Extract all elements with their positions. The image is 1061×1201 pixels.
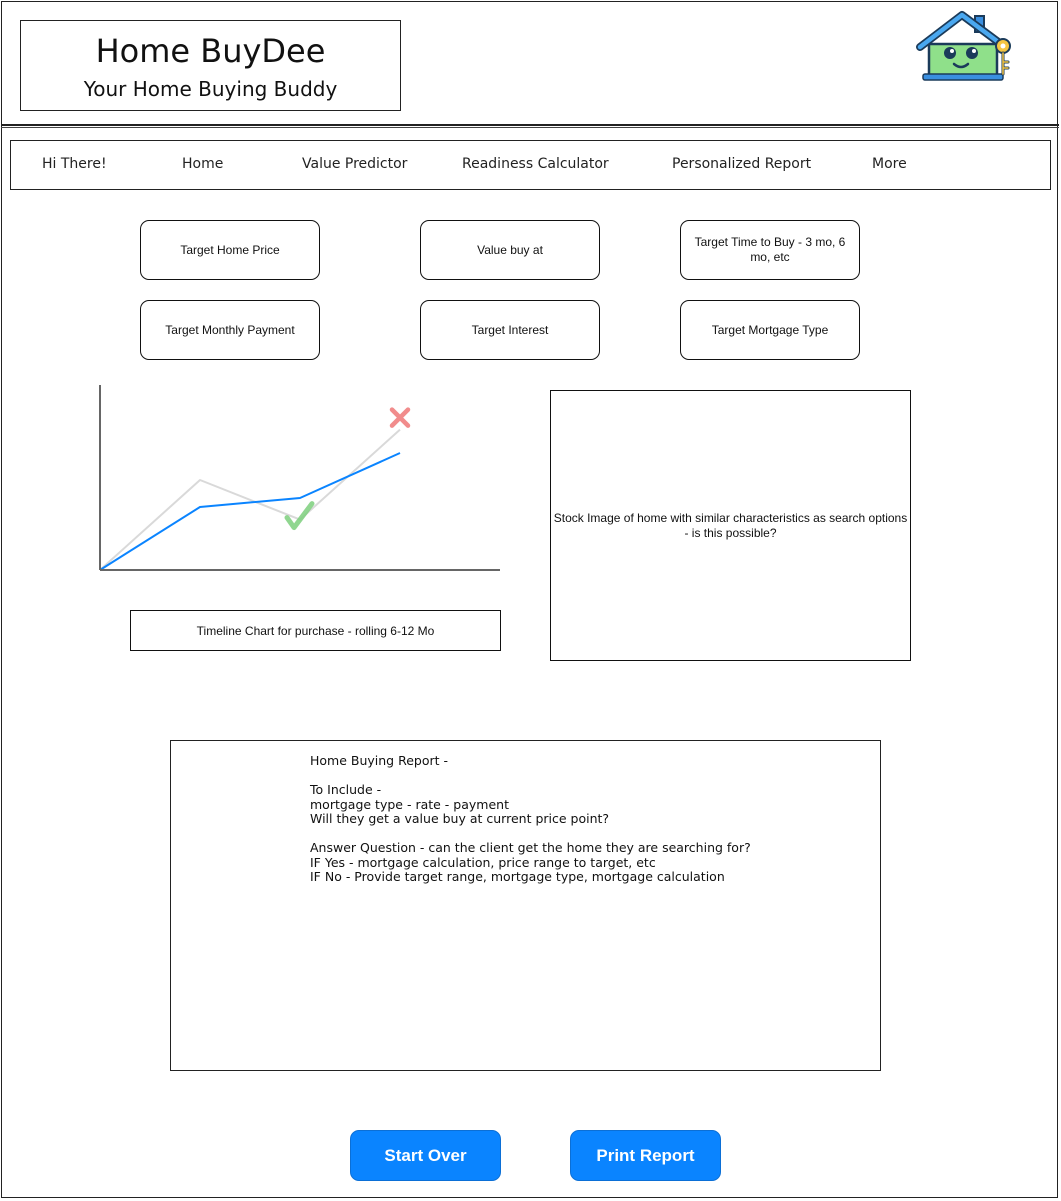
target-monthly-payment-label: Target Monthly Payment (165, 322, 295, 337)
report-text: Home Buying Report - To Include - mortga… (310, 753, 751, 884)
nav-bar: Hi There! Home Value Predictor Readiness… (10, 140, 1051, 190)
house-with-key-icon (916, 11, 1011, 81)
home-buying-report: Home Buying Report - To Include - mortga… (170, 740, 881, 1071)
series-line-secondary (99, 428, 401, 571)
header-divider (1, 124, 1059, 126)
app-title: Home BuyDee (95, 32, 326, 70)
stock-image-placeholder: Stock Image of home with similar charact… (550, 390, 911, 661)
target-home-price-label: Target Home Price (180, 242, 280, 257)
nav-item-readiness-calculator[interactable]: Readiness Calculator (462, 141, 609, 188)
target-home-price-button[interactable]: Target Home Price (140, 220, 320, 280)
value-buy-at-label: Value buy at (477, 242, 543, 257)
timeline-chart-caption-text: Timeline Chart for purchase - rolling 6-… (196, 623, 435, 638)
value-buy-at-button[interactable]: Value buy at (420, 220, 600, 280)
nav-item-more[interactable]: More (872, 141, 907, 188)
app-title-box: Home BuyDee Your Home Buying Buddy (20, 20, 401, 111)
app-subtitle: Your Home Buying Buddy (83, 77, 338, 101)
target-monthly-payment-button[interactable]: Target Monthly Payment (140, 300, 320, 360)
x-mark-icon (389, 407, 411, 428)
nav-item-value-predictor[interactable]: Value Predictor (302, 141, 407, 188)
stock-image-text: Stock Image of home with similar charact… (553, 510, 908, 540)
print-report-label: Print Report (596, 1145, 695, 1165)
nav-item-hi-there[interactable]: Hi There! (42, 141, 107, 188)
target-interest-label: Target Interest (471, 322, 549, 337)
target-mortgage-type-label: Target Mortgage Type (711, 322, 829, 337)
start-over-button[interactable]: Start Over (350, 1130, 501, 1181)
target-mortgage-type-button[interactable]: Target Mortgage Type (680, 300, 860, 360)
start-over-label: Start Over (384, 1145, 467, 1165)
print-report-button[interactable]: Print Report (570, 1130, 721, 1181)
nav-item-home[interactable]: Home (182, 141, 223, 188)
target-interest-button[interactable]: Target Interest (420, 300, 600, 360)
target-time-to-buy-label: Target Time to Buy - 3 mo, 6 mo, etc (694, 235, 846, 264)
header-divider-shadow (1, 127, 1059, 128)
timeline-chart-caption: Timeline Chart for purchase - rolling 6-… (130, 610, 501, 651)
timeline-chart (99, 385, 500, 571)
target-time-to-buy-button[interactable]: Target Time to Buy - 3 mo, 6 mo, etc (680, 220, 860, 280)
nav-item-personalized-report[interactable]: Personalized Report (672, 141, 811, 188)
